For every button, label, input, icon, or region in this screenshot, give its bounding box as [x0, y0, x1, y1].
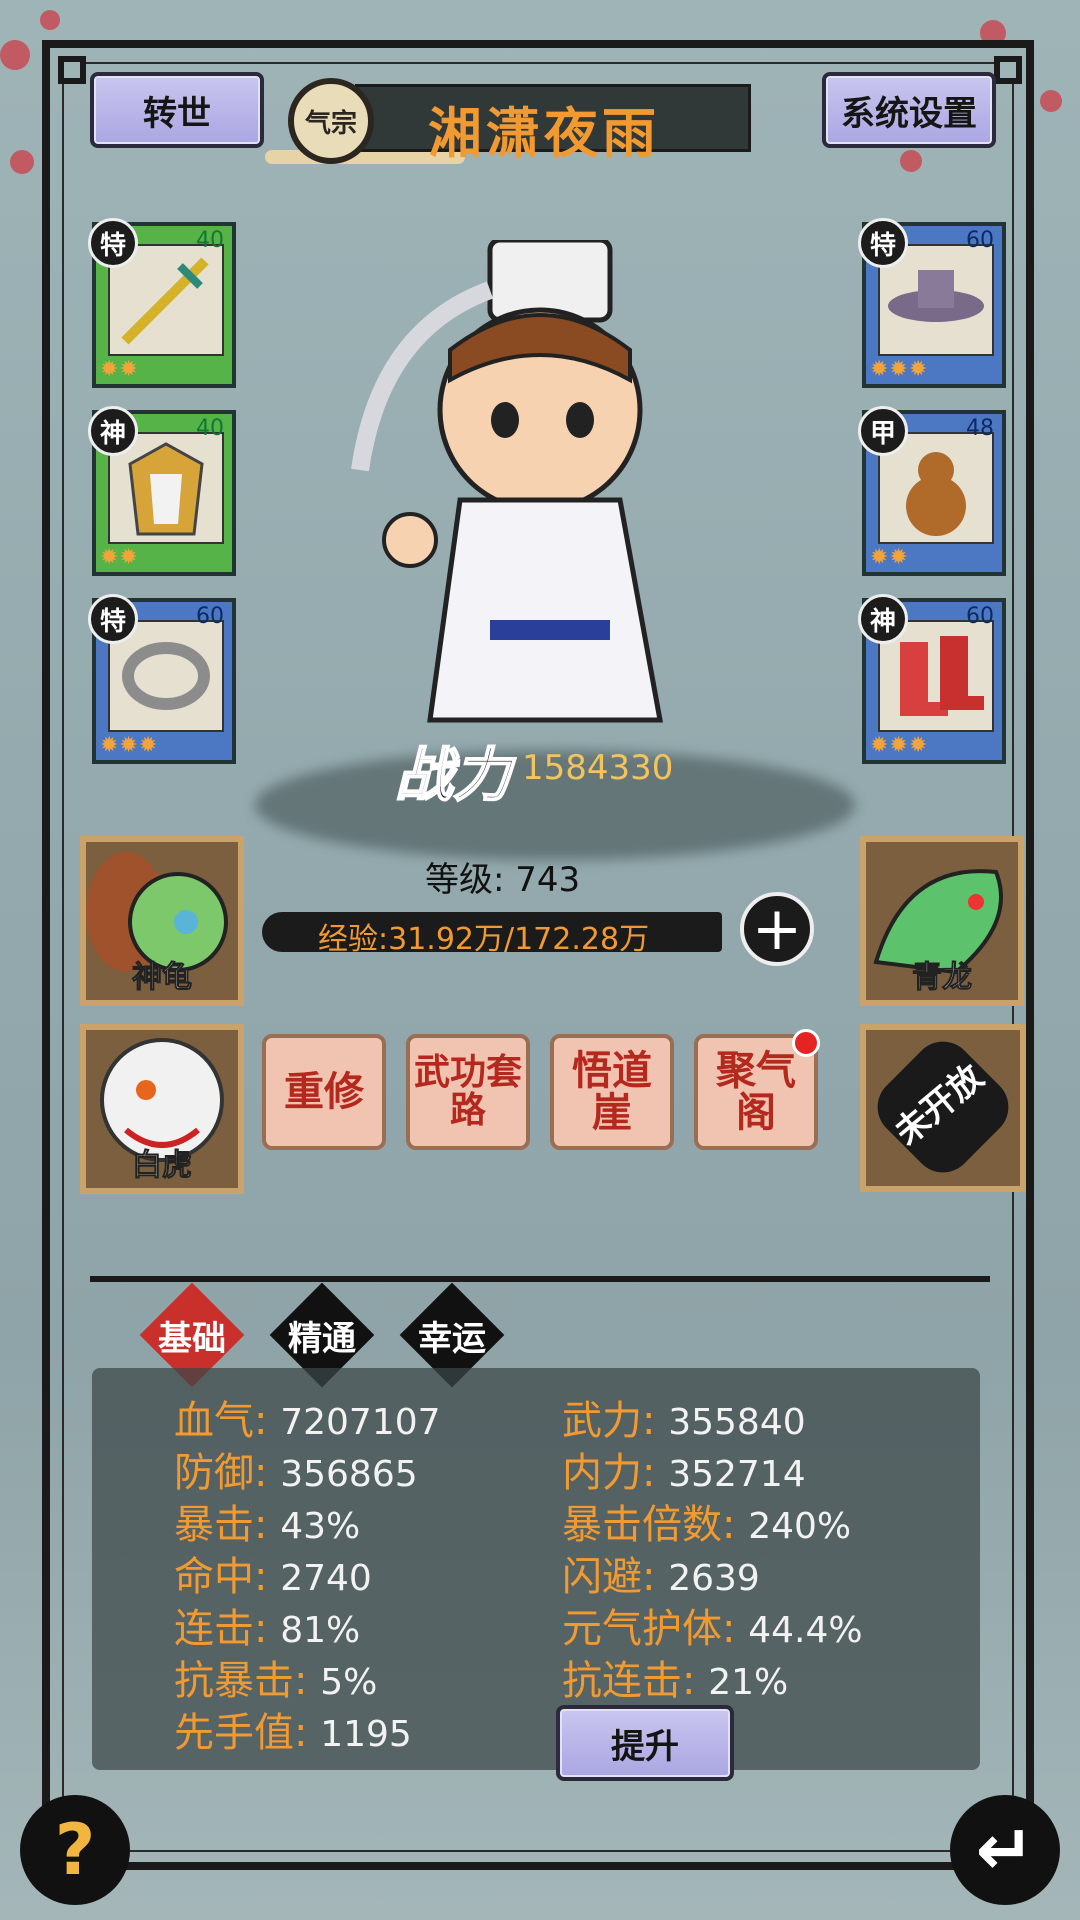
upgrade-button[interactable]: 提升 — [556, 1705, 734, 1781]
stat-hit: 命中: 2740 — [174, 1554, 372, 1600]
stat-defense: 防御: 356865 — [174, 1450, 418, 1496]
system-settings-button[interactable]: 系统设置 — [822, 72, 996, 148]
beast-dragon[interactable]: 青龙 — [860, 836, 1024, 1006]
blossom — [0, 40, 30, 70]
equip-slot-armor[interactable]: 神 40 ✹✹ — [88, 406, 236, 576]
blossom — [1040, 90, 1062, 112]
stat-force: 武力: 355840 — [562, 1398, 806, 1444]
player-name: 湘潇夜雨 — [428, 102, 660, 165]
stat-crit: 暴击: 43% — [174, 1502, 361, 1548]
equip-slot-hat[interactable]: 特 60 ✹✹✹ — [858, 218, 1006, 388]
stat-combo-resist: 抗连击: 21% — [562, 1658, 789, 1704]
enlightenment-cliff-button[interactable]: 悟道崖 — [550, 1034, 674, 1150]
retrain-button[interactable]: 重修 — [262, 1034, 386, 1150]
stat-hp: 血气: 7207107 — [174, 1398, 441, 1444]
equip-level: 40 — [196, 228, 224, 253]
quality-tag: 特 — [858, 218, 908, 268]
beast-label: 神龟 — [132, 960, 193, 996]
hero-character[interactable] — [340, 237, 740, 764]
stat-combo: 连击: 81% — [174, 1606, 361, 1652]
level-text: 等级: 743 — [425, 860, 581, 900]
equip-stars: ✹✹ — [870, 545, 909, 570]
stat-qi-shield: 元气护体: 44.4% — [562, 1606, 863, 1652]
sect-badge[interactable]: 气宗 — [288, 78, 374, 164]
beast-turtle[interactable]: 神龟 — [80, 836, 244, 1006]
martial-arts-button[interactable]: 武功套路 — [406, 1034, 530, 1150]
frame-corner — [994, 56, 1022, 84]
equip-slot-weapon[interactable]: 特 40 ✹✹ — [88, 218, 236, 388]
equip-level: 40 — [196, 416, 224, 441]
equip-stars: ✹✹✹ — [870, 357, 929, 382]
notification-dot — [792, 1029, 820, 1057]
equip-stars: ✹✹✹ — [870, 733, 929, 758]
equip-slot-accessory[interactable]: 甲 48 ✹✹ — [858, 406, 1006, 576]
equip-level: 60 — [196, 604, 224, 629]
frame-corner — [58, 56, 86, 84]
equip-stars: ✹✹ — [100, 357, 139, 382]
equip-level: 60 — [966, 228, 994, 253]
locked-slot[interactable]: 未开放 — [860, 1024, 1026, 1192]
beast-tiger[interactable]: 白虎 — [80, 1024, 244, 1194]
equip-stars: ✹✹ — [100, 545, 139, 570]
tab-label: 幸运 — [418, 1318, 486, 1359]
blossom — [10, 150, 34, 174]
equip-slot-ring[interactable]: 特 60 ✹✹✹ — [88, 594, 236, 764]
power-value: 1584330 — [522, 748, 674, 788]
quality-tag: 神 — [88, 406, 138, 456]
add-exp-button[interactable]: + — [740, 892, 814, 966]
quality-tag: 甲 — [858, 406, 908, 456]
blossom — [40, 10, 60, 30]
equip-level: 60 — [966, 604, 994, 629]
equip-level: 48 — [966, 416, 994, 441]
stat-inner-power: 内力: 352714 — [562, 1450, 806, 1496]
stat-crit-resist: 抗暴击: 5% — [174, 1658, 378, 1704]
equip-stars: ✹✹✹ — [100, 733, 159, 758]
beast-label: 青龙 — [912, 960, 973, 996]
exp-text: 经验:31.92万/172.28万 — [318, 922, 650, 957]
quality-tag: 神 — [858, 594, 908, 644]
tab-label: 精通 — [288, 1318, 356, 1359]
beast-label: 白虎 — [132, 1148, 193, 1184]
help-icon[interactable]: ? — [20, 1795, 130, 1905]
stat-crit-multiplier: 暴击倍数: 240% — [562, 1502, 852, 1548]
back-icon[interactable]: ↵ — [950, 1795, 1060, 1905]
reincarnate-button[interactable]: 转世 — [90, 72, 264, 148]
player-name-bar: 湘潇夜雨 — [355, 84, 751, 165]
power-label: 战力 — [394, 740, 512, 810]
stat-dodge: 闪避: 2639 — [562, 1554, 760, 1600]
quality-tag: 特 — [88, 594, 138, 644]
tab-label: 基础 — [158, 1318, 226, 1359]
stat-initiative: 先手值: 1195 — [174, 1710, 412, 1756]
equip-slot-boots[interactable]: 神 60 ✹✹✹ — [858, 594, 1006, 764]
quality-tag: 特 — [88, 218, 138, 268]
